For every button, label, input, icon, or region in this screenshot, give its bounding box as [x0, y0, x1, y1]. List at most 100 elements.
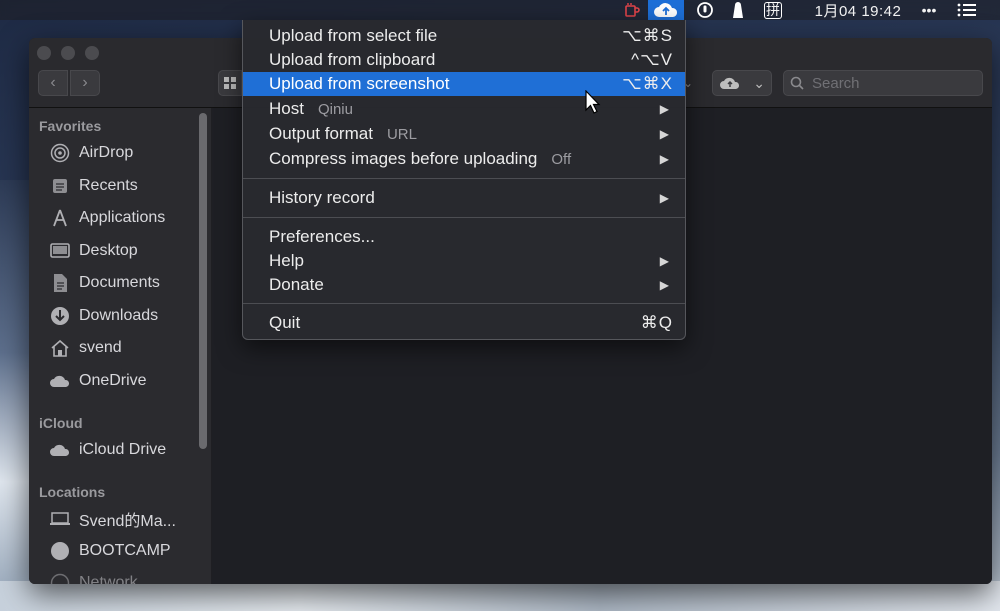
menu-separator: [243, 178, 685, 179]
menu-item-upload-select-file[interactable]: Upload from select file ⌥⌘S: [243, 24, 685, 48]
menu-item-value: Qiniu: [317, 100, 353, 118]
menu-item-shortcut: ⌥⌘S: [622, 26, 673, 45]
close-window-button[interactable]: [37, 46, 51, 60]
menu-item-compress-images[interactable]: Compress images before uploading Off ▶: [243, 147, 685, 171]
sidebar-item-icloud-drive[interactable]: iCloud Drive: [49, 437, 199, 463]
power-icon[interactable]: [694, 0, 716, 20]
sidebar-item-bootcamp[interactable]: BOOTCAMP: [49, 538, 199, 564]
menu-item-value: URL: [386, 125, 417, 143]
menu-separator: [243, 217, 685, 218]
cloud-icon: [49, 439, 71, 461]
submenu-arrow-icon: ▶: [659, 278, 669, 292]
airdrop-icon: [49, 142, 71, 164]
menu-item-host[interactable]: Host Qiniu ▶: [243, 97, 685, 121]
submenu-arrow-icon: ▶: [659, 191, 669, 205]
sidebar-item-label: BOOTCAMP: [79, 542, 171, 559]
sidebar-item-label: OneDrive: [79, 372, 147, 389]
desktop-wallpaper-bottom: [0, 581, 1000, 611]
sidebar-heading-favorites: Favorites: [39, 118, 102, 134]
cloud-upload-icon[interactable]: [648, 0, 684, 20]
submenu-arrow-icon: ▶: [659, 254, 669, 268]
sidebar-item-airdrop[interactable]: AirDrop: [49, 140, 199, 166]
zoom-window-button[interactable]: [85, 46, 99, 60]
mouse-cursor-icon: [585, 90, 601, 114]
chevron-down-icon: ⌄: [753, 74, 765, 91]
back-button[interactable]: ‹: [38, 70, 68, 96]
app-dropdown-menu: Upload from select file ⌥⌘S Upload from …: [242, 20, 686, 340]
documents-icon: [49, 272, 71, 294]
menu-item-quit[interactable]: Quit ⌘Q: [243, 311, 685, 335]
sidebar-item-svend[interactable]: svend: [49, 335, 199, 361]
sidebar: Favorites AirDrop Recents Applications D…: [29, 108, 211, 584]
sidebar-item-label: Network: [79, 574, 138, 584]
sidebar-item-desktop[interactable]: Desktop: [49, 238, 199, 264]
menu-item-shortcut: ⌥⌘X: [622, 74, 673, 93]
menubar-clock[interactable]: 1月04 19:42: [806, 0, 910, 20]
input-method-label: 拼: [764, 1, 782, 19]
menu-item-label: Host: [269, 99, 304, 118]
menu-item-label: Upload from clipboard: [269, 50, 436, 69]
search-field[interactable]: [783, 70, 983, 96]
menu-item-shortcut: ⌘Q: [640, 313, 673, 332]
menu-separator: [243, 303, 685, 304]
sidebar-item-label: AirDrop: [79, 144, 134, 161]
submenu-arrow-icon: ▶: [659, 127, 669, 141]
sidebar-scrollbar[interactable]: [199, 113, 207, 449]
menu-item-history-record[interactable]: History record ▶: [243, 186, 685, 210]
bookmark-icon[interactable]: [728, 0, 748, 20]
sidebar-item-label: Documents: [79, 274, 160, 291]
cloud-icon: [49, 370, 71, 392]
submenu-arrow-icon: ▶: [659, 102, 669, 116]
sidebar-item-label: Downloads: [79, 307, 159, 324]
sidebar-heading-icloud: iCloud: [39, 415, 83, 431]
menu-item-donate[interactable]: Donate ▶: [243, 273, 685, 297]
menu-item-shortcut: ^⌥V: [631, 50, 673, 69]
sidebar-item-network[interactable]: Network: [49, 570, 199, 584]
cloud-share-button[interactable]: ⌄: [712, 70, 772, 96]
forward-button[interactable]: ›: [70, 70, 100, 96]
applications-icon: [49, 207, 71, 229]
search-icon: [790, 76, 804, 90]
laptop-icon: [49, 508, 71, 530]
sidebar-item-applications[interactable]: Applications: [49, 205, 199, 231]
menu-list-icon[interactable]: [952, 0, 982, 20]
menu-item-help[interactable]: Help ▶: [243, 249, 685, 273]
desktop-icon: [49, 240, 71, 262]
sidebar-item-label: Svend的Ma...: [79, 513, 176, 530]
more-icon[interactable]: •••: [916, 0, 942, 20]
search-input[interactable]: [812, 74, 962, 92]
grid-icon: [224, 77, 236, 89]
sidebar-item-onedrive[interactable]: OneDrive: [49, 368, 199, 394]
menu-item-label: History record: [269, 188, 375, 207]
sidebar-item-label: iCloud Drive: [79, 441, 167, 458]
sidebar-item-downloads[interactable]: Downloads: [49, 303, 199, 329]
menu-item-value: Off: [551, 150, 572, 168]
sidebar-item-label: Recents: [79, 177, 138, 194]
sidebar-item-laptop[interactable]: Svend的Ma...: [49, 506, 199, 532]
sidebar-item-label: Applications: [79, 209, 166, 226]
home-icon: [49, 337, 71, 359]
menu-bar: 拼 1月04 19:42 •••: [0, 0, 1000, 20]
submenu-arrow-icon: ▶: [659, 152, 669, 166]
input-method-icon[interactable]: 拼: [762, 0, 784, 20]
sidebar-item-label: svend: [79, 339, 122, 356]
cup-icon[interactable]: [620, 0, 644, 20]
menu-item-output-format[interactable]: Output format URL ▶: [243, 122, 685, 146]
view-mode-button[interactable]: [218, 70, 242, 96]
menu-item-upload-screenshot[interactable]: Upload from screenshot ⌥⌘X: [243, 72, 685, 96]
menu-item-upload-clipboard[interactable]: Upload from clipboard ^⌥V: [243, 48, 685, 72]
menu-item-label: Donate: [269, 275, 324, 294]
minimize-window-button[interactable]: [61, 46, 75, 60]
menu-item-label: Upload from screenshot: [269, 74, 450, 93]
cloud-upload-icon: [720, 77, 740, 89]
menu-item-preferences[interactable]: Preferences...: [243, 225, 685, 249]
menu-item-label: Help: [269, 251, 304, 270]
menu-item-label: Upload from select file: [269, 26, 438, 45]
sidebar-item-label: Desktop: [79, 242, 138, 259]
menu-item-label: Preferences...: [269, 227, 375, 246]
sidebar-item-recents[interactable]: Recents: [49, 173, 199, 199]
sidebar-item-documents[interactable]: Documents: [49, 270, 199, 296]
sidebar-heading-locations: Locations: [39, 484, 106, 500]
downloads-icon: [49, 305, 71, 327]
menu-item-label: Output format: [269, 124, 373, 143]
